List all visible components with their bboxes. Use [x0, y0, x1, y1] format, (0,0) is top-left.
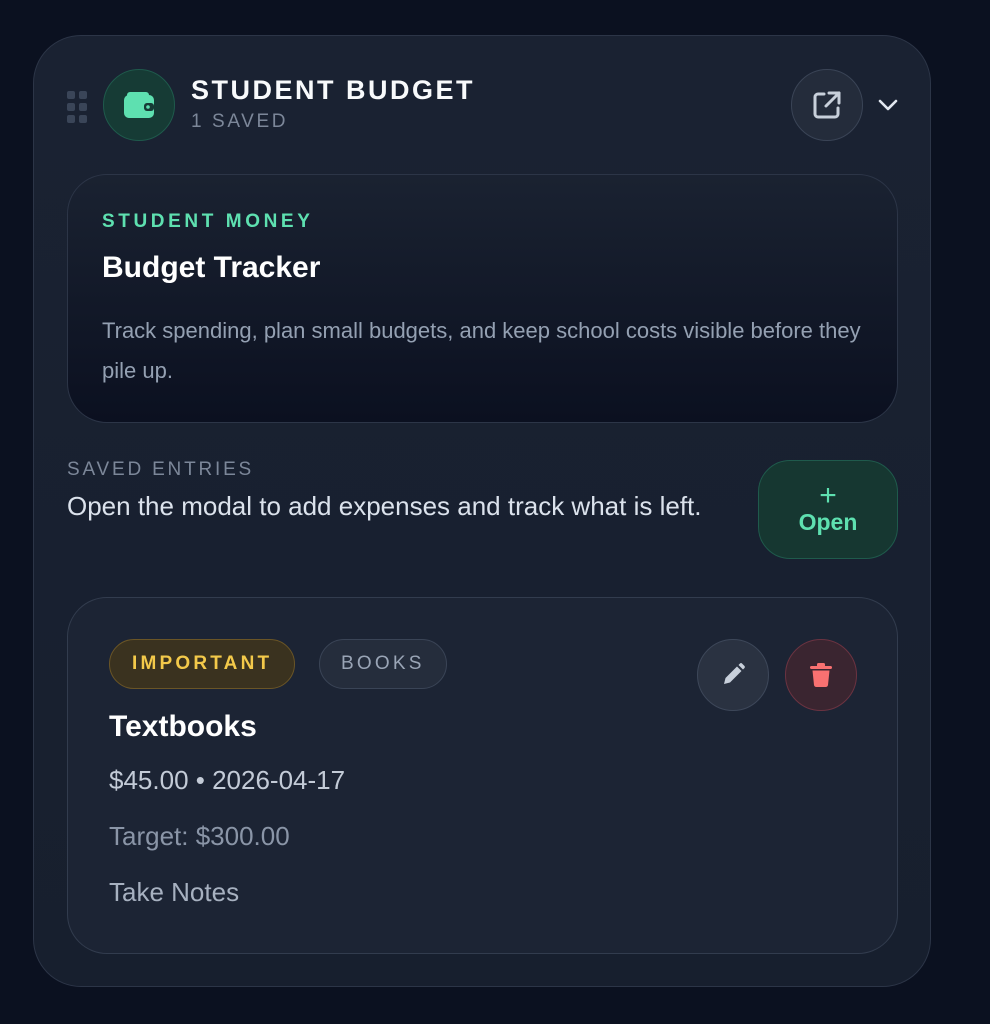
entry-amount-date: $45.00 • 2026-04-17 [109, 765, 346, 795]
edit-entry-button[interactable] [697, 639, 769, 711]
saved-entries-label: SAVED ENTRIES [67, 459, 255, 480]
widget-title: STUDENT BUDGET [191, 75, 475, 105]
trash-icon [810, 663, 832, 688]
external-link-icon [813, 91, 841, 119]
entry-title: Textbooks [109, 710, 257, 743]
entry-note: Take Notes [109, 877, 240, 907]
pencil-icon [724, 663, 745, 684]
tag-important: IMPORTANT [109, 639, 296, 689]
hero-title: Budget Tracker [102, 251, 321, 284]
widget-header: STUDENT BUDGET 1 SAVED [34, 36, 930, 176]
hero-kicker: STUDENT MONEY [102, 211, 314, 232]
entry-card: IMPORTANT BOOKS Textbooks $45.00 • 2026-… [67, 597, 898, 954]
hero-card: STUDENT MONEY Budget Tracker Track spend… [67, 174, 898, 423]
plus-icon: + [819, 479, 837, 512]
entry-target: Target: $300.00 [109, 821, 290, 851]
collapse-button[interactable] [877, 94, 899, 116]
open-external-button[interactable] [791, 69, 863, 141]
saved-count: 1 SAVED [191, 111, 289, 132]
tag-books: BOOKS [319, 639, 447, 689]
saved-entries-description: Open the modal to add expenses and track… [67, 491, 702, 521]
chevron-down-icon [878, 99, 898, 111]
drag-handle-icon[interactable] [67, 91, 87, 123]
hero-description: Track spending, plan small budgets, and … [102, 318, 861, 383]
wallet-icon [103, 69, 175, 141]
budget-widget: STUDENT BUDGET 1 SAVED STUDENT MONEY Bud… [33, 35, 931, 987]
open-modal-button[interactable]: + Open [758, 460, 898, 559]
delete-entry-button[interactable] [785, 639, 857, 711]
open-button-label: Open [798, 509, 858, 535]
